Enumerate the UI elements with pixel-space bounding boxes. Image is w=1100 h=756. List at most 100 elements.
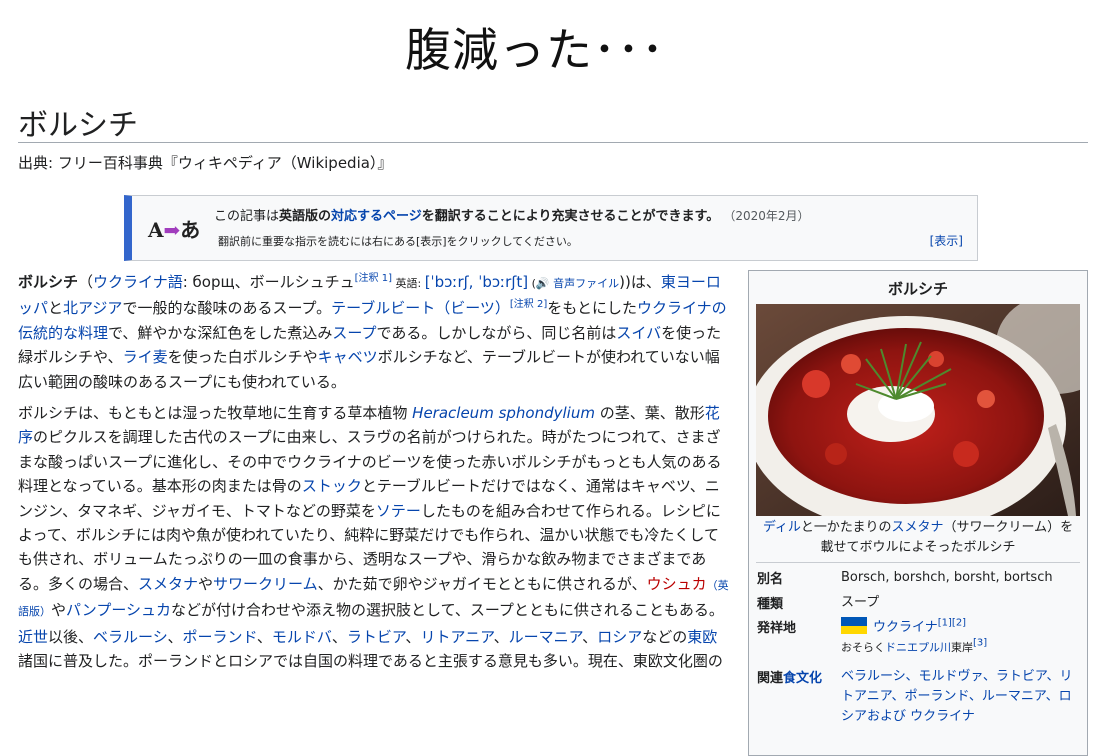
photo-caption: ディルと一かたまりのスメタナ（サワークリーム）を載せてボウルによそったボルシチ [757,518,1079,558]
related-label-1: 関連 [757,671,784,686]
link-lithuania[interactable]: リトアニア [420,628,493,646]
link-russia[interactable]: ロシア [597,628,642,646]
link-ukraine[interactable]: ウクライナ [873,620,938,635]
ref-origin[interactable]: [1][2] [938,618,966,629]
link-romania[interactable]: ルーマニア [509,628,583,646]
p1-s11: ))は、 [619,273,661,291]
link-moldova[interactable]: モルドバ [272,628,332,646]
link-vushka-missing[interactable]: ウシュカ [647,575,707,593]
link-cabbage[interactable]: キャベツ [318,348,378,366]
alias-value: Borsch, borshch, borsht, bortsch [841,570,1053,585]
p2-s22: 、 [167,627,183,646]
p1-english-label: 英語: [391,277,425,290]
ref-note-1[interactable]: [注釈 1] [355,273,392,284]
notice-text: この記事は英語版の対応するページを翻訳することにより充実させることができます。 … [214,205,964,224]
link-audio-file[interactable]: 音声ファイル [550,277,619,290]
notice-t1: この記事は [214,209,280,224]
origin-value: ウクライナ[1][2] おそらくドニエプル川東岸[3] [841,617,1081,658]
related-countries-links[interactable]: ベラルーシ、モルドヴァ、ラトビア、リトアニア、ポーランド、ルーマニア、ロシアおよ… [841,669,1073,724]
term-borscht: ボルシチ [18,273,79,291]
kind-label: 種類 [757,597,784,612]
p2-s26: 、 [331,627,347,646]
borscht-photo-drawing [756,304,1080,516]
link-food-culture[interactable]: 食文化 [783,671,822,686]
p2-s24: 、 [256,627,272,646]
p1-s13: と [48,299,64,318]
p1-s22: である。しかしながら、同じ名前は [376,323,617,342]
link-north-asia[interactable]: 北アジア [63,299,122,317]
p2-s1: ボルシチは、もともとは湿った牧草地に生育する草本植物 [18,404,413,423]
p1-s2: （ [78,273,94,291]
p2-s30: 、 [493,627,509,646]
p2-s28: 、 [405,627,421,646]
p2-s3: の茎、葉、散形 [594,404,705,423]
link-smetana[interactable]: スメタナ [138,575,198,593]
notice-t2: 英語版の [279,209,332,224]
link-dnieper[interactable]: ドニエプル川 [885,641,951,654]
link-dill[interactable]: ディル [763,520,801,535]
p2-s18: などが付け合わせや添え物の選択肢として、スープとともに供されることもある。 [171,601,724,620]
p2-s16: や [51,601,67,620]
translate-icon: A➡あ [148,214,200,243]
p1-s18: をもとにした [547,299,637,318]
p1-s15: で一般的な酸味のあるスープ。 [122,299,332,318]
link-rye[interactable]: ライ麦 [123,348,168,366]
infobox: ボルシチ ディルと一かたまりのスメタナ（サワークリーム）を載せてボウルによそった… [748,270,1088,756]
speaker-icon[interactable]: 🔊 [536,277,550,290]
link-early-modern[interactable]: 近世 [18,628,48,646]
p2-s20: 以後、 [48,627,94,646]
page-title: ボルシチ [18,108,138,143]
infobox-title: ボルシチ [887,280,948,298]
arrow-right-icon: ➡ [163,218,181,242]
alias-label: 別名 [757,572,784,587]
p1-s8: ( [528,277,536,290]
p2-s13: 、かた茹で卵やジャガイモとともに供されるが、 [317,574,647,593]
origin-sub1: おそらく [841,641,885,654]
p1-s20: で、鮮やかな深紅色をした煮込み [108,323,333,342]
infobox-divider [756,562,1080,563]
related-label: 関連食文化 [757,667,837,686]
link-beetroot[interactable]: テーブルビート（ビーツ） [331,299,510,317]
link-smetana-caption[interactable]: スメタナ [892,520,944,535]
related-value: ベラルーシ、モルドヴァ、ラトビア、リトアニア、ポーランド、ルーマニア、ロシアおよ… [841,667,1081,727]
p1-s4: : борщ、ボールシュチュ [182,273,355,291]
history-paragraph: ボルシチは、もともとは湿った牧草地に生育する草本植物 Heracleum sph… [18,401,730,673]
notice-date: （2020年2月） [723,209,810,223]
slide-title: 腹減った･･･ [405,23,665,77]
link-stock[interactable]: ストック [302,477,362,495]
link-poland[interactable]: ポーランド [182,628,256,646]
link-sorrel[interactable]: スイバ [616,324,661,342]
notice-t4: を翻訳することにより充実させることができます。 [421,209,720,224]
intro-paragraph: ボルシチ（ウクライナ語: борщ、ボールシュチュ[注釈 1] 英語: [ˈbɔ… [18,270,730,394]
ref-note-2[interactable]: [注釈 2] [510,299,547,310]
title-divider [18,142,1088,143]
link-latvia[interactable]: ラトビア [347,628,406,646]
link-eastern-europe-2[interactable]: 東欧 [687,628,717,646]
p2-s32: 、 [582,627,598,646]
article-body: ボルシチ（ウクライナ語: борщ、ボールシュチュ[注釈 1] 英語: [ˈbɔ… [18,270,730,681]
translate-icon-b: あ [180,218,201,242]
link-sour-cream[interactable]: サワークリーム [213,575,318,593]
ukraine-flag-icon [841,617,867,634]
p1-s26: を使った白ボルシチや [167,348,318,367]
source-line: 出典: フリー百科事典『ウィキペディア（Wikipedia）』 [18,154,393,172]
ref-origin-2[interactable]: [3] [973,638,987,649]
kind-value: スープ [841,595,880,610]
link-ukrainian-language[interactable]: ウクライナ語 [93,273,183,291]
translation-notice: A➡あ この記事は英語版の対応するページを翻訳することにより充実させることができ… [124,195,978,261]
ipa-link[interactable]: [ˈbɔːrʃ, ˈbɔːrʃt] [425,273,528,291]
origin-sub3: 東岸 [951,641,973,654]
translate-icon-a: A [148,218,164,242]
p2-s36: 諸国に普及した。ポーランドとロシアでは自国の料理であると主張する意見も多い。現在… [18,652,723,671]
notice-link-page[interactable]: 対応するページ [331,209,422,224]
origin-label: 発祥地 [757,621,797,636]
notice-show-button[interactable]: [表示] [930,232,963,249]
link-saute[interactable]: ソテー [376,502,421,520]
caption-2: と一かたまりの [800,520,892,535]
link-soup[interactable]: スープ [332,324,376,342]
link-belarus[interactable]: ベラルーシ [93,628,167,646]
link-heracleum[interactable]: Heracleum sphondylium [412,404,595,422]
link-pampushka[interactable]: パンプーシュカ [66,601,171,619]
borscht-photo[interactable] [756,304,1080,516]
p2-s34: などの [642,627,688,646]
